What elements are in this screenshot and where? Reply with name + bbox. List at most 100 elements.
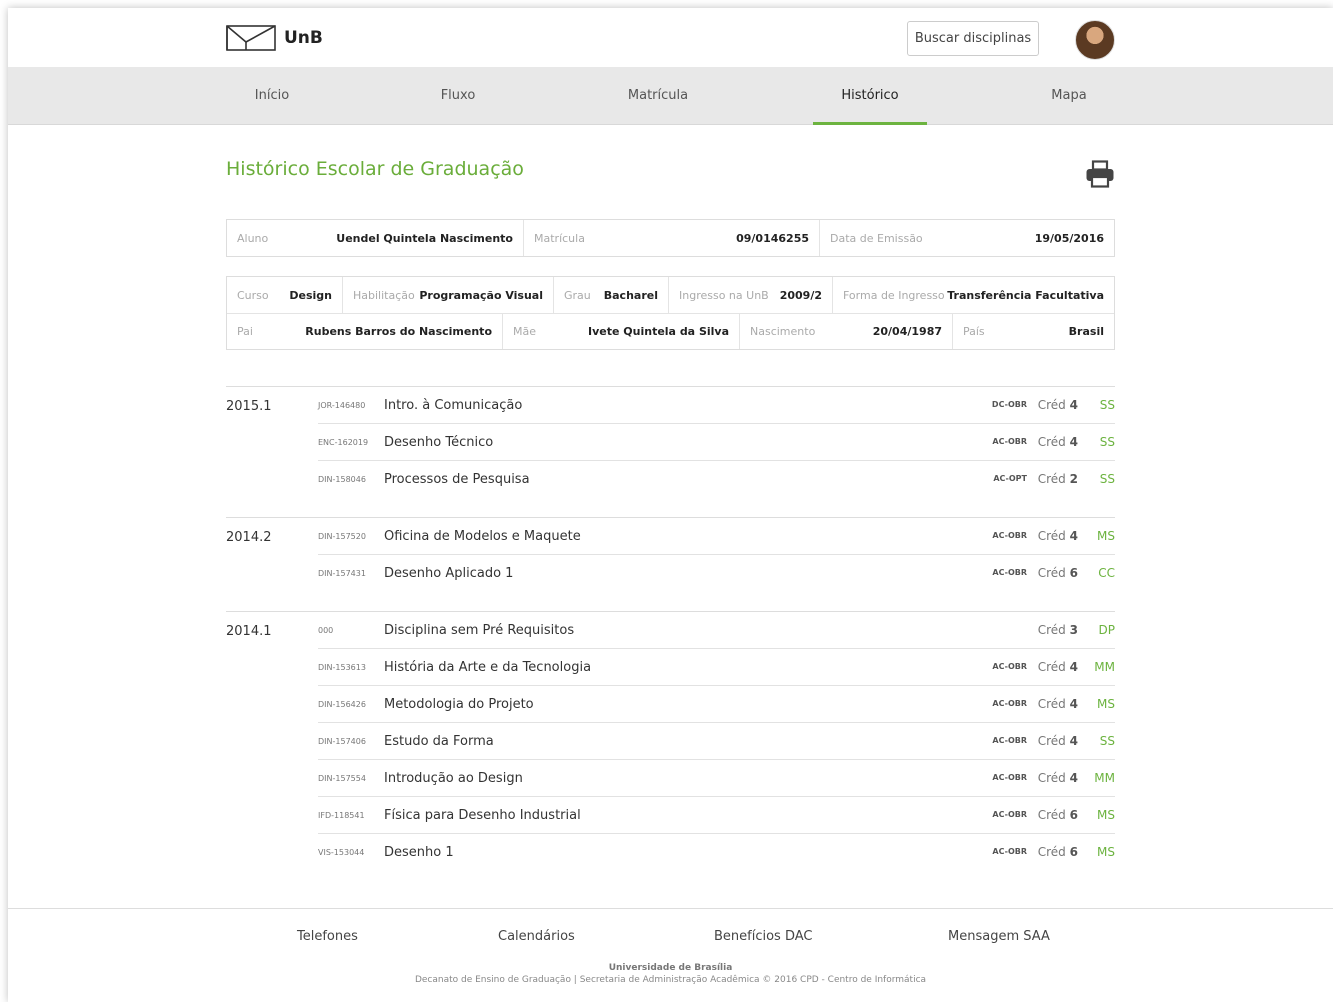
course-row[interactable]: DIN-157431 Desenho Aplicado 1 AC-OBR Créd 6… xyxy=(318,555,1115,592)
credits-label: Créd xyxy=(1037,660,1066,674)
nascimento-value: 20/04/1987 xyxy=(872,325,942,338)
user-avatar[interactable] xyxy=(1075,20,1115,60)
course-name: Processos de Pesquisa xyxy=(384,472,530,487)
course-row[interactable]: VIS-153044 Desenho 1 AC-OBR Créd 6 MS xyxy=(318,834,1115,871)
forma-ingresso-label: Forma de Ingresso xyxy=(843,288,945,302)
aluno-label: Aluno xyxy=(237,231,269,245)
course-name: Desenho 1 xyxy=(384,845,454,860)
unb-logo[interactable]: UnB xyxy=(226,25,323,51)
emissao-cell: Data de Emissão 19/05/2016 xyxy=(820,220,1114,256)
course-type: AC-OBR xyxy=(992,568,1027,577)
course-code: ENC-162019 xyxy=(318,438,369,447)
ingresso-value: 2009/2 xyxy=(779,288,822,302)
course-grade: MM xyxy=(1094,660,1115,674)
course-type: AC-OBR xyxy=(992,699,1027,708)
pai-value: Rubens Barros do Nascimento xyxy=(305,325,492,338)
logo-text: UnB xyxy=(284,28,323,48)
course-row[interactable]: 000 Disciplina sem Pré Requisitos Créd 3 DP xyxy=(318,612,1115,649)
grau-cell: Grau Bacharel xyxy=(554,277,669,313)
credits-label: Créd xyxy=(1037,472,1066,486)
course-grade: MM xyxy=(1094,771,1115,785)
course-credits: Créd 4 xyxy=(1038,435,1078,449)
nav-tab-fluxo[interactable]: Fluxo xyxy=(418,67,498,125)
course-type: AC-OBR xyxy=(992,847,1027,856)
credits-value: 6 xyxy=(1069,566,1078,580)
course-type: AC-OBR xyxy=(992,662,1027,671)
course-details-row: Curso Design Habilitação Programação Vis… xyxy=(227,277,1114,313)
footer-link-beneficios-dac[interactable]: Benefícios DAC xyxy=(714,929,812,944)
course-name: Oficina de Modelos e Maquete xyxy=(384,529,581,544)
nav-tab-inicio[interactable]: Início xyxy=(232,67,312,125)
semester-label: 2014.1 xyxy=(226,624,272,639)
credits-value: 4 xyxy=(1069,529,1078,543)
footer: Telefones Calendários Benefícios DAC Men… xyxy=(8,908,1333,1002)
student-info-row: Aluno Uendel Quintela Nascimento Matrícu… xyxy=(227,220,1114,256)
footer-link-telefones[interactable]: Telefones xyxy=(297,929,358,944)
course-credits: Créd 4 xyxy=(1038,398,1078,412)
ingresso-label: Ingresso na UnB xyxy=(679,288,769,302)
mae-cell: Mãe Ivete Quintela da Silva xyxy=(503,314,740,349)
credits-value: 4 xyxy=(1069,771,1078,785)
pais-label: País xyxy=(963,325,985,338)
course-name: Intro. à Comunicação xyxy=(384,398,523,413)
course-row[interactable]: DIN-153613 História da Arte e da Tecnolog… xyxy=(318,649,1115,686)
course-code: DIN-156426 xyxy=(318,700,366,709)
semester-block: 2014.1 000 Disciplina sem Pré Requisitos Cr… xyxy=(226,611,1115,871)
course-code: DIN-157406 xyxy=(318,737,366,746)
nav-tab-historico[interactable]: Histórico xyxy=(813,67,927,125)
course-code: 000 xyxy=(318,626,334,635)
emissao-value: 19/05/2016 xyxy=(1034,231,1104,245)
course-name: Desenho Aplicado 1 xyxy=(384,566,514,581)
course-name: Introdução ao Design xyxy=(384,771,523,786)
curso-value: Design xyxy=(289,288,332,302)
course-type: AC-OBR xyxy=(992,773,1027,782)
course-code: VIS-153044 xyxy=(318,848,365,857)
course-code: DIN-157431 xyxy=(318,569,366,578)
forma-ingresso-value: Transferência Facultativa xyxy=(947,288,1104,302)
course-code: JOR-146480 xyxy=(318,401,366,410)
printer-icon[interactable] xyxy=(1085,160,1115,188)
course-grade: SS xyxy=(1099,398,1115,412)
course-row[interactable]: JOR-146480 Intro. à Comunicação DC-OBR Créd… xyxy=(318,387,1115,424)
semester-block: 2015.1 JOR-146480 Intro. à Comunicação DC-O… xyxy=(226,386,1115,498)
top-header: UnB Buscar disciplinas xyxy=(8,8,1333,67)
credits-label: Créd xyxy=(1037,398,1066,412)
course-name: Metodologia do Projeto xyxy=(384,697,534,712)
nav-tab-mapa[interactable]: Mapa xyxy=(1028,67,1110,125)
footer-link-calendarios[interactable]: Calendários xyxy=(498,929,575,944)
aluno-cell: Aluno Uendel Quintela Nascimento xyxy=(227,220,524,256)
course-row[interactable]: DIN-157554 Introdução ao Design AC-OBR Créd… xyxy=(318,760,1115,797)
nav-tab-matricula[interactable]: Matrícula xyxy=(608,67,708,125)
aluno-value: Uendel Quintela Nascimento xyxy=(336,231,513,245)
footer-link-mensagem-saa[interactable]: Mensagem SAA xyxy=(948,929,1050,944)
course-credits: Créd 4 xyxy=(1038,771,1078,785)
mae-value: Ivete Quintela da Silva xyxy=(588,325,729,338)
credits-label: Créd xyxy=(1037,566,1066,580)
course-type: AC-OBR xyxy=(992,531,1027,540)
credits-label: Créd xyxy=(1037,771,1066,785)
student-info-table: Aluno Uendel Quintela Nascimento Matrícu… xyxy=(226,219,1115,257)
credits-value: 4 xyxy=(1069,398,1078,412)
course-credits: Créd 4 xyxy=(1038,697,1078,711)
course-row[interactable]: DIN-158046 Processos de Pesquisa AC-OPT Cré… xyxy=(318,461,1115,498)
curso-label: Curso xyxy=(237,288,269,302)
mae-label: Mãe xyxy=(513,325,536,338)
course-row[interactable]: IFD-118541 Física para Desenho Industrial… xyxy=(318,797,1115,834)
course-code: DIN-153613 xyxy=(318,663,366,672)
course-credits: Créd 6 xyxy=(1038,566,1078,580)
nascimento-label: Nascimento xyxy=(750,325,816,338)
pais-value: Brasil xyxy=(1068,325,1104,338)
course-grade: MS xyxy=(1097,808,1115,822)
matricula-value: 09/0146255 xyxy=(736,231,809,245)
course-details-table: Curso Design Habilitação Programação Vis… xyxy=(226,276,1115,350)
credits-label: Créd xyxy=(1037,435,1066,449)
grau-value: Bacharel xyxy=(603,288,658,302)
course-grade: SS xyxy=(1099,472,1115,486)
course-row[interactable]: DIN-157406 Estudo da Forma AC-OBR Créd 4 SS xyxy=(318,723,1115,760)
course-row[interactable]: ENC-162019 Desenho Técnico AC-OBR Créd 4 SS xyxy=(318,424,1115,461)
search-courses-button[interactable]: Buscar disciplinas xyxy=(907,21,1039,56)
course-row[interactable]: DIN-157520 Oficina de Modelos e Maquete AC… xyxy=(318,518,1115,555)
course-type: DC-OBR xyxy=(991,400,1027,409)
credits-value: 4 xyxy=(1069,734,1078,748)
course-row[interactable]: DIN-156426 Metodologia do Projeto AC-OBR Cr… xyxy=(318,686,1115,723)
